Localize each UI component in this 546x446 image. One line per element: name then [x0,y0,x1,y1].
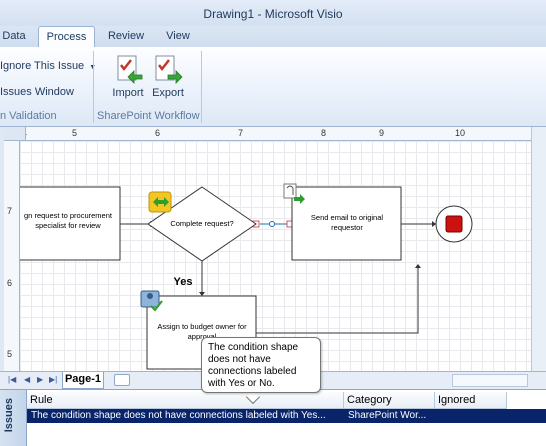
ruler-number: 6 [7,278,13,288]
issues-window-button[interactable]: Issues Window [0,86,74,98]
ribbon-tabs: Data Process Review View [0,26,546,47]
ruler-number: 8 [321,128,327,138]
arrowhead [199,292,205,296]
arrowhead [415,264,421,268]
group-separator [93,51,94,123]
import-icon [112,53,144,85]
ruler-number: 7 [238,128,244,138]
ruler-number: 5 [72,128,78,138]
export-label: Export [152,87,184,99]
yes-label: Yes [173,276,193,288]
ruler-number: 5 [7,349,13,359]
tab-review[interactable]: Review [101,26,151,47]
ribbon: Ignore This Issue ▼ Issues Window n Vali… [0,47,546,127]
insert-page-icon[interactable] [114,374,130,386]
issue-rule-cell: The condition shape does not have connec… [31,410,326,421]
export-icon [152,53,184,85]
issues-pane-title: Issues [3,398,15,433]
issue-tooltip: The condition shape does not have connec… [201,337,321,393]
sharepoint-workflow-group-label: SharePoint Workflow [97,110,200,122]
window-title: Drawing1 - Microsoft Visio [203,7,343,21]
import-label: Import [112,87,144,99]
connector-midpoint [269,221,275,227]
column-header-ignored[interactable]: Ignored [435,392,507,409]
issues-pane: Issues Rule Category Ignored The conditi… [0,389,546,446]
group-separator [201,51,202,123]
tab-data[interactable]: Data [0,26,28,47]
validation-group-label: n Validation [0,110,57,122]
import-button[interactable]: Import [108,53,148,99]
decision-label: Complete request? [170,219,234,228]
prev-page-icon[interactable]: ◀ [24,375,30,384]
ignore-this-issue-button[interactable]: Ignore This Issue ▼ [0,60,96,72]
tab-view[interactable]: View [155,26,201,47]
first-page-icon[interactable]: |◀ [8,375,16,384]
ruler-corner [4,127,26,141]
page-tab-page-1[interactable]: Page-1 [62,372,104,389]
ignore-this-issue-label: Ignore This Issue [0,60,85,72]
column-header-category[interactable]: Category [344,392,435,409]
title-bar: Drawing1 - Microsoft Visio [0,0,546,26]
issues-pane-handle[interactable]: Issues [0,390,27,446]
ruler-number: 6 [155,128,161,138]
column-header-rule[interactable]: Rule [27,392,344,409]
ruler-number: 10 [455,128,466,138]
ruler-number: 9 [379,128,385,138]
ruler-number: 7 [7,206,13,216]
stop-icon [445,215,463,233]
task-2-label: Send email to original requestor [310,213,384,232]
horizontal-ruler: 4 5 6 7 8 9 10 [22,127,531,141]
vertical-scrollbar[interactable] [531,127,546,371]
arrowhead [432,221,436,227]
tab-process[interactable]: Process [38,26,95,47]
last-page-icon[interactable]: ▶| [49,375,57,384]
issue-category-cell: SharePoint Wor... [348,410,427,421]
export-button[interactable]: Export [148,53,188,99]
vertical-ruler: 7 6 5 [4,141,20,371]
horizontal-scrollbar[interactable] [452,374,528,387]
task-1-label: gn request to procurement specialist for… [24,211,112,230]
connector [256,268,419,334]
next-page-icon[interactable]: ▶ [37,375,43,384]
